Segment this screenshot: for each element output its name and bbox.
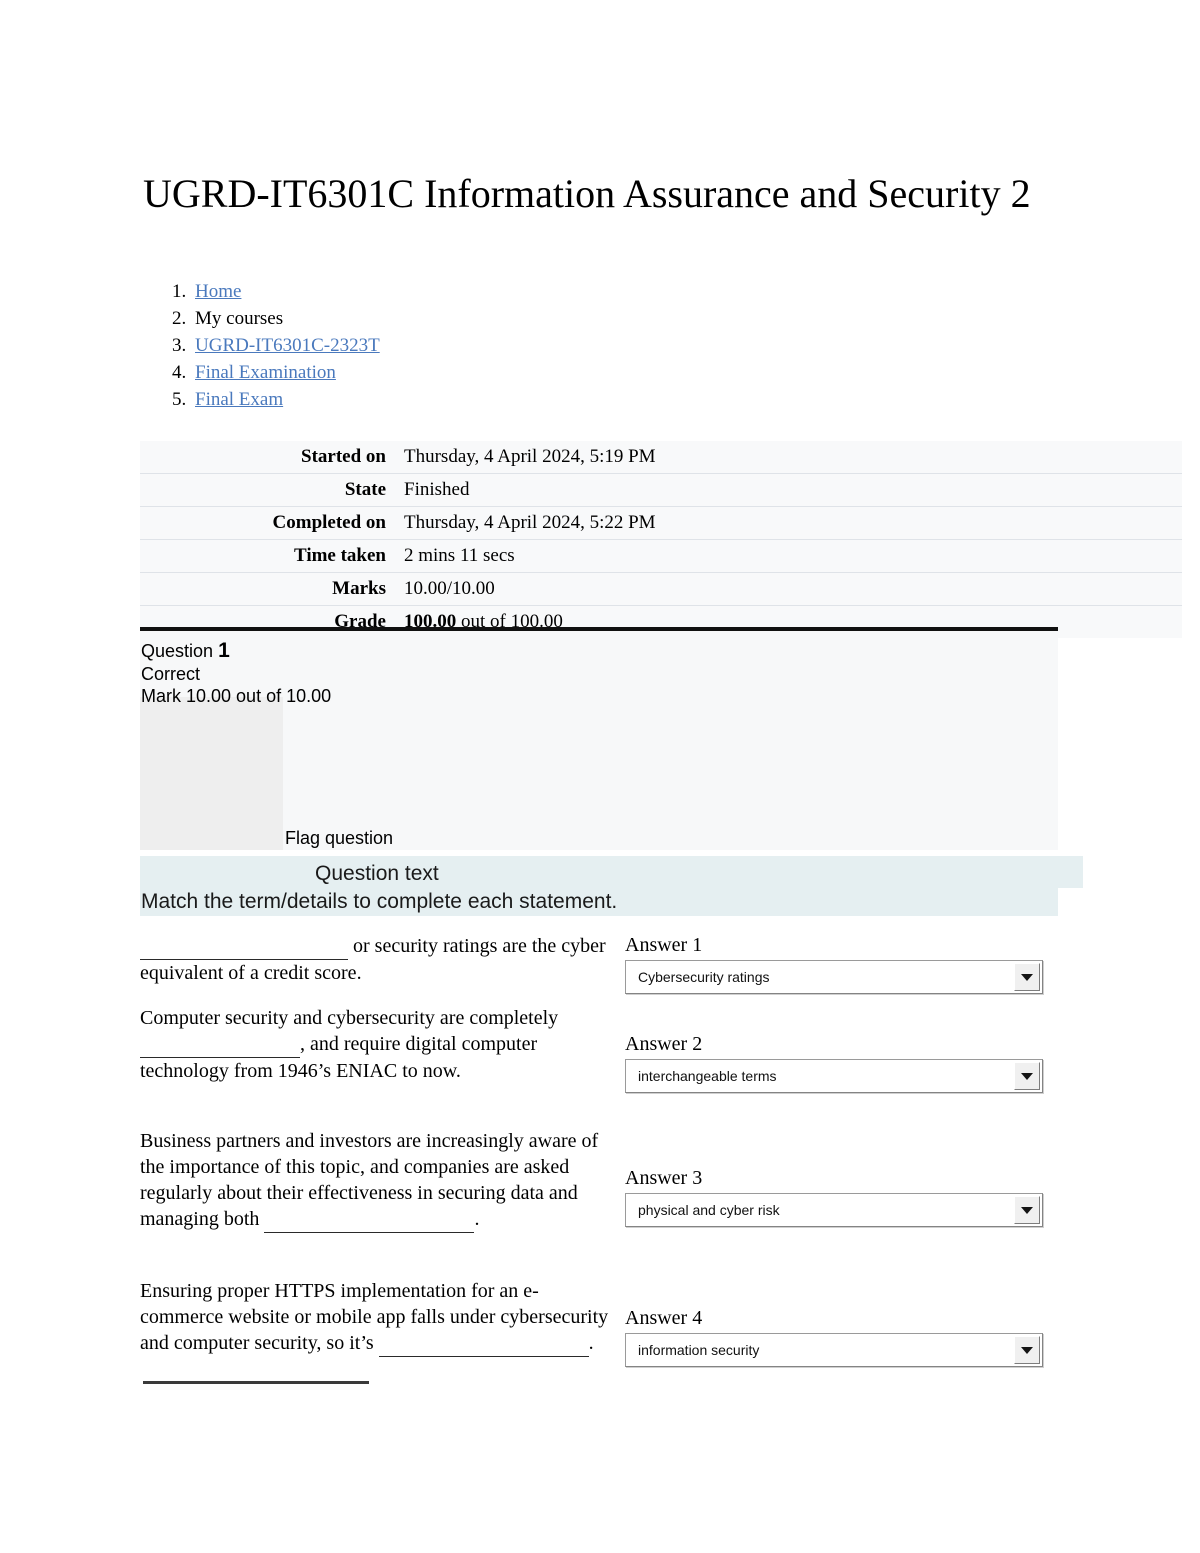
chevron-down-icon[interactable] xyxy=(1014,1062,1040,1090)
summary-label-started-on: Started on xyxy=(301,446,386,467)
summary-value-state: Finished xyxy=(404,479,470,500)
answer-select-3-value: physical and cyber risk xyxy=(638,1202,780,1218)
answer-label: Answer 2 xyxy=(625,1033,703,1055)
question-number-label: Question xyxy=(141,641,214,661)
breadcrumb: Home My courses UGRD-IT6301C-2323T Final… xyxy=(143,278,380,413)
question-state: Correct xyxy=(141,664,201,684)
answer-select-1-value: Cybersecurity ratings xyxy=(638,969,770,985)
question-number-value: 1 xyxy=(218,639,230,662)
summary-label-completed-on: Completed on xyxy=(272,512,386,533)
summary-value-time-taken: 2 mins 11 secs xyxy=(404,545,515,566)
flag-question-button[interactable]: Flag question xyxy=(285,827,393,849)
breadcrumb-item-final-exam[interactable]: Final Exam xyxy=(191,386,380,413)
answer-select-3[interactable]: physical and cyber risk xyxy=(625,1193,1043,1227)
answer-select-4-value: information security xyxy=(638,1342,760,1358)
answer-select-2[interactable]: interchangeable terms xyxy=(625,1059,1043,1093)
table-row: Time taken 2 mins 11 secs xyxy=(140,539,1182,573)
breadcrumb-link-home[interactable]: Home xyxy=(195,281,241,302)
match-stem: Ensuring proper HTTPS implementation for… xyxy=(140,1278,612,1357)
summary-value-started-on: Thursday, 4 April 2024, 5:19 PM xyxy=(404,446,656,467)
breadcrumb-item-final-examination[interactable]: Final Examination xyxy=(191,359,380,386)
answer-select-1[interactable]: Cybersecurity ratings xyxy=(625,960,1043,994)
table-row: State Finished xyxy=(140,473,1182,507)
summary-label-time-taken: Time taken xyxy=(293,545,386,566)
breadcrumb-label-my-courses: My courses xyxy=(195,308,284,329)
match-stem: Business partners and investors are incr… xyxy=(140,1128,612,1233)
answer-cell: Answer 4 information security xyxy=(625,1306,1050,1367)
summary-label-state: State xyxy=(344,479,386,500)
match-stem-text-after: . xyxy=(474,1208,480,1230)
question-info-column xyxy=(140,697,283,850)
summary-label-marks: Marks xyxy=(332,578,386,599)
question-mark: Mark 10.00 out of 10.00 xyxy=(141,686,332,706)
table-row: Started on Thursday, 4 April 2024, 5:19 … xyxy=(140,441,1182,474)
question-text-body: Match the term/details to complete each … xyxy=(141,890,618,913)
page-title: UGRD-IT6301C Information Assurance and S… xyxy=(143,170,1031,216)
summary-value-marks: 10.00/10.00 xyxy=(404,578,495,599)
answer-cell: Answer 3 physical and cyber risk xyxy=(625,1166,1050,1227)
match-stem: Computer security and cybersecurity are … xyxy=(140,1005,612,1084)
breadcrumb-item-home[interactable]: Home xyxy=(191,278,380,305)
summary-value-completed-on: Thursday, 4 April 2024, 5:22 PM xyxy=(404,512,656,533)
question-text-label: Question text xyxy=(315,862,439,885)
chevron-down-icon[interactable] xyxy=(1014,1196,1040,1224)
answer-cell: Answer 2 interchangeable terms xyxy=(625,1032,1050,1093)
question-number: Question 1 xyxy=(141,640,230,662)
match-stem: or security ratings are the cyber equiva… xyxy=(140,933,612,986)
breadcrumb-link-final-examination[interactable]: Final Examination xyxy=(195,362,336,383)
chevron-down-icon[interactable] xyxy=(1014,963,1040,991)
answer-label: Answer 3 xyxy=(625,1167,703,1189)
breadcrumb-link-final-exam[interactable]: Final Exam xyxy=(195,389,283,410)
bottom-divider xyxy=(143,1381,369,1384)
answer-select-4[interactable]: information security xyxy=(625,1333,1043,1367)
answer-select-2-value: interchangeable terms xyxy=(638,1068,777,1084)
chevron-down-icon[interactable] xyxy=(1014,1336,1040,1364)
table-row: Marks 10.00/10.00 xyxy=(140,572,1182,606)
breadcrumb-link-course[interactable]: UGRD-IT6301C-2323T xyxy=(195,335,380,356)
match-stem-text-after: . xyxy=(588,1332,594,1354)
match-stem-text-before: Computer security and cybersecurity are … xyxy=(140,1007,559,1029)
table-row: Completed on Thursday, 4 April 2024, 5:2… xyxy=(140,506,1182,540)
question-header-block: Question 1 Correct Mark 10.00 out of 10.… xyxy=(140,627,1058,850)
breadcrumb-item-course[interactable]: UGRD-IT6301C-2323T xyxy=(191,332,380,359)
answer-cell: Answer 1 Cybersecurity ratings xyxy=(625,933,1050,994)
attempt-summary-table: Started on Thursday, 4 April 2024, 5:19 … xyxy=(140,441,1182,638)
question-text-highlight-top xyxy=(140,856,1083,888)
answer-label: Answer 4 xyxy=(625,1307,703,1329)
breadcrumb-item-my-courses: My courses xyxy=(191,305,380,332)
answer-label: Answer 1 xyxy=(625,934,703,956)
